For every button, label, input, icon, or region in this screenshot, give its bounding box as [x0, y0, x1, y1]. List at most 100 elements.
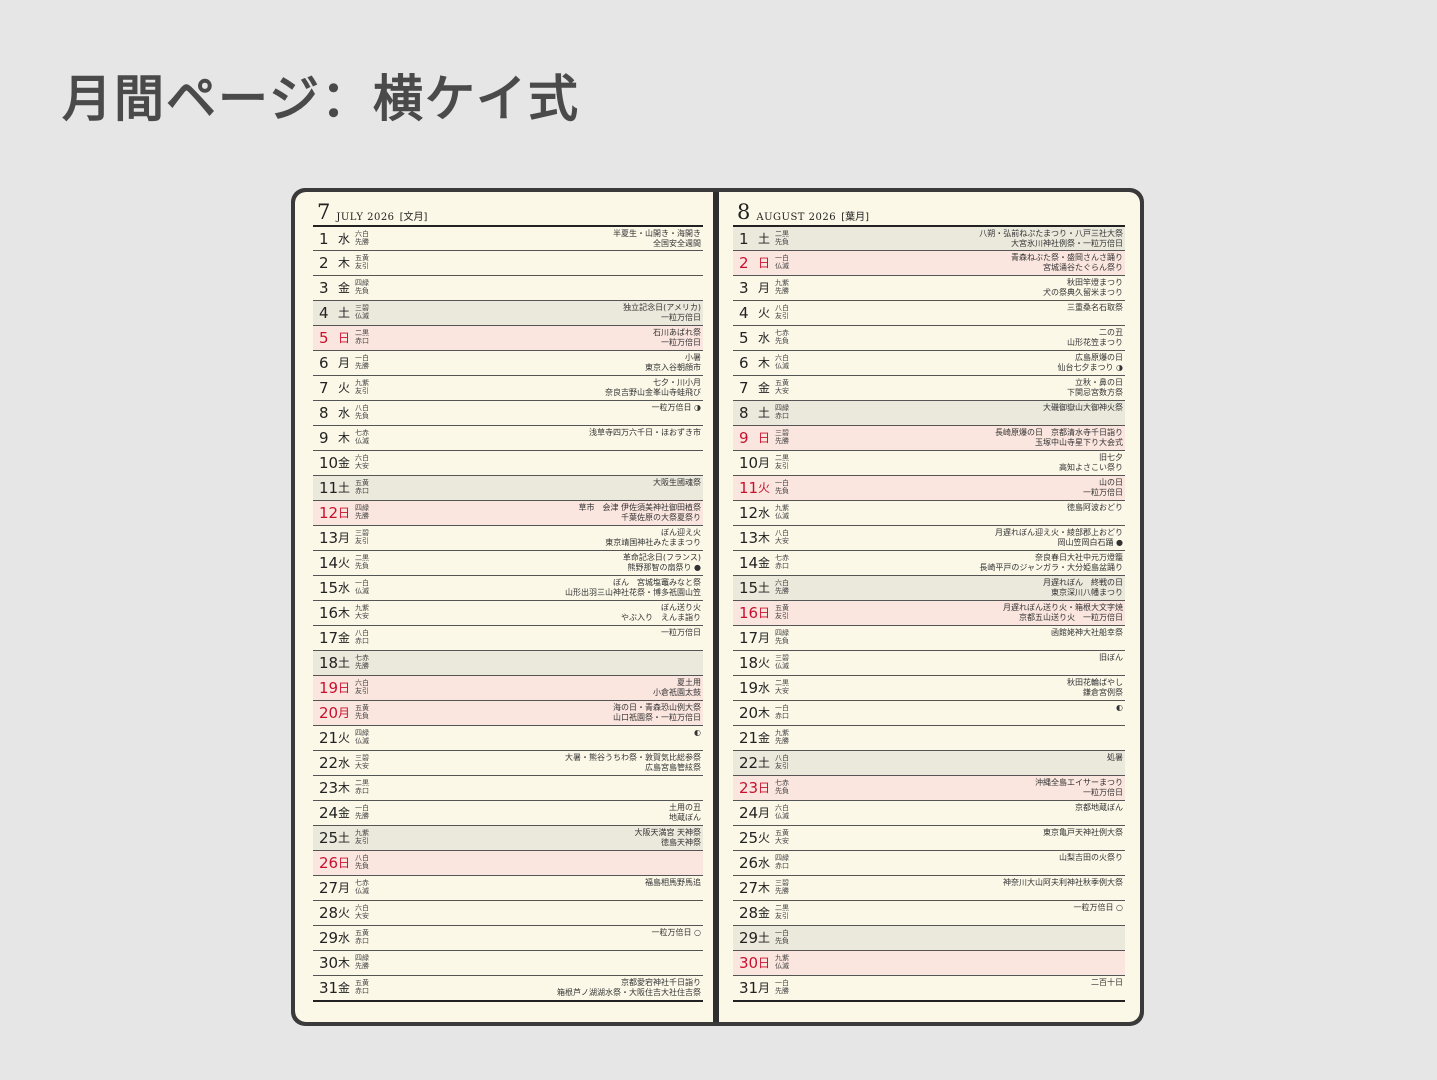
weekday: 金: [338, 456, 351, 470]
event-line: 京都地蔵ぼん: [1075, 803, 1123, 812]
day-row: 26 日八白 先負: [313, 850, 703, 876]
weekday: 月: [758, 631, 771, 645]
event-line: 一粒万倍日 ○: [651, 928, 701, 937]
kyusei: 九紫: [775, 954, 789, 962]
day-number: 2: [319, 254, 329, 272]
day-row: 10 月二黒 友引 旧七夕 高知よさこい祭り: [733, 450, 1125, 476]
day-number: 30: [739, 954, 759, 972]
rokuyo-label: 友引: [775, 612, 789, 620]
rokuyo-label: 赤口: [775, 562, 789, 570]
day-number: 14: [319, 554, 339, 572]
rokuyo-label: 友引: [775, 312, 789, 320]
event-line: 八朔・弘前ねぷたまつり・八戸三社大祭: [979, 229, 1123, 238]
weekday: 日: [338, 506, 351, 520]
day-number: 7: [739, 379, 749, 397]
event-line: 鎌倉宮例祭: [1083, 688, 1123, 697]
day-events: 海の日・青森恐山例大祭 山口祇園祭・一粒万倍日: [613, 703, 701, 723]
day-events: ぼん迎え火 東京靖国神社みたままつり: [605, 528, 701, 548]
day-background: [733, 901, 1125, 925]
rokuyo: 六白 大安: [355, 904, 369, 920]
day-background: [733, 701, 1125, 725]
day-background: [313, 651, 703, 675]
event-line: ぼん迎え火: [661, 528, 701, 537]
day-row: 24 金一白 先勝 土用の丑 地蔵ぼん: [313, 800, 703, 826]
kyusei: 一白: [355, 579, 369, 587]
event-line: 小倉祇園太鼓: [653, 688, 701, 697]
event-line: 宮城涌谷たぐらん祭り: [1043, 263, 1123, 272]
planner-spread: 7 JULY 2026 [文月] 1 水六白 先勝 半夏生・山開き・海開き 全国安全週間 2…: [291, 188, 1144, 1026]
day-background: [733, 801, 1125, 825]
day-number: 24: [319, 804, 339, 822]
event-line: ぼん送り火: [661, 603, 701, 612]
day-number: 24: [739, 804, 759, 822]
day-row: 25 火五黄 大安 東京亀戸天神社例大祭: [733, 825, 1125, 851]
weekday: 木: [758, 356, 771, 370]
weekday: 火: [758, 656, 771, 670]
day-row: 31 金五黄 赤口 京都愛宕神社千日詣り 箱根芦ノ湖湖水祭・大阪住吉大社住吉祭: [313, 975, 703, 1001]
rokuyo: 九紫 友引: [355, 829, 369, 845]
day-row: 27 木三碧 先勝 神奈川大山阿夫利神社秋季例大祭: [733, 875, 1125, 901]
day-events: 土用の丑 地蔵ぼん: [669, 803, 701, 823]
rokuyo: 九紫 友引: [355, 379, 369, 395]
weekday: 木: [758, 706, 771, 720]
rokuyo-label: 友引: [355, 537, 369, 545]
day-row: 5 水七赤 先負 二の丑 山形花笠まつり: [733, 325, 1125, 351]
rokuyo: 七赤 仏滅: [355, 879, 369, 895]
month-name: JULY 2026: [336, 212, 395, 223]
rokuyo-label: 仏滅: [355, 737, 369, 745]
weekday: 火: [338, 556, 351, 570]
month-japanese-name: [葉月]: [841, 212, 869, 223]
kyusei: 五黄: [355, 929, 369, 937]
kyusei: 九紫: [355, 829, 369, 837]
weekday: 日: [758, 431, 771, 445]
day-row: 15 土六白 先勝 月遅れぼん 終戦の日 東京深川八幡まつり: [733, 575, 1125, 601]
rokuyo-label: 友引: [355, 687, 369, 695]
kyusei: 九紫: [355, 379, 369, 387]
kyusei: 三碧: [355, 529, 369, 537]
event-line: 二百十日: [1091, 978, 1123, 987]
event-line: 高知よさこい祭り: [1059, 463, 1123, 472]
day-row: 19 日六白 友引 夏土用 小倉祇園太鼓: [313, 675, 703, 701]
rokuyo: 一白 先負: [775, 929, 789, 945]
weekday: 月: [338, 881, 351, 895]
event-line: 京都五山送り火 一粒万倍日: [1019, 613, 1123, 622]
day-events: 京都地蔵ぼん: [1075, 803, 1123, 813]
day-row: 7 火九紫 友引 七夕・川小月 奈良吉野山金峯山寺蛙飛び: [313, 375, 703, 401]
event-line: 草市 会津 伊佐須美神社御田植祭: [578, 503, 701, 512]
day-events: 大阪生國魂祭: [653, 478, 701, 488]
rokuyo-label: 先負: [775, 787, 789, 795]
rokuyo-label: 先勝: [355, 962, 369, 970]
rokuyo-label: 赤口: [775, 712, 789, 720]
day-row: 4 土三碧 仏滅 独立記念日(アメリカ) 一粒万倍日: [313, 300, 703, 326]
weekday: 水: [338, 232, 351, 246]
rokuyo: 四緑 先負: [355, 279, 369, 295]
day-row: 17 月四緑 先負 函館姥神大社船幸祭: [733, 625, 1125, 651]
day-events: 徳島阿波おどり: [1067, 503, 1123, 513]
rokuyo-label: 友引: [775, 762, 789, 770]
kyusei: 八白: [775, 529, 789, 537]
day-number: 26: [739, 854, 759, 872]
weekday: 月: [338, 531, 351, 545]
kyusei: 二黒: [775, 679, 789, 687]
weekday: 月: [758, 981, 771, 995]
rokuyo-label: 赤口: [355, 637, 369, 645]
rokuyo: 九紫 先勝: [775, 279, 789, 295]
rokuyo: 二黒 先負: [355, 554, 369, 570]
kyusei: 四緑: [775, 629, 789, 637]
weekday: 火: [758, 481, 771, 495]
day-events: 一粒万倍日 ○: [1073, 903, 1123, 913]
day-events: 秋田竿燈まつり 犬の祭典久留米まつり: [1043, 278, 1123, 298]
rokuyo-label: 友引: [775, 912, 789, 920]
weekday: 木: [338, 256, 351, 270]
kyusei: 一白: [355, 804, 369, 812]
day-row: 28 金二黒 友引 一粒万倍日 ○: [733, 900, 1125, 926]
kyusei: 一白: [775, 704, 789, 712]
day-number: 17: [319, 629, 339, 647]
day-row: 26 水四緑 赤口 山梨吉田の火祭り: [733, 850, 1125, 876]
rokuyo: 三碧 先勝: [775, 429, 789, 445]
weekday: 木: [758, 881, 771, 895]
rokuyo-label: 仏滅: [355, 887, 369, 895]
weekday: 土: [758, 406, 771, 420]
rokuyo: 五黄 赤口: [355, 479, 369, 495]
day-number: 10: [739, 454, 759, 472]
